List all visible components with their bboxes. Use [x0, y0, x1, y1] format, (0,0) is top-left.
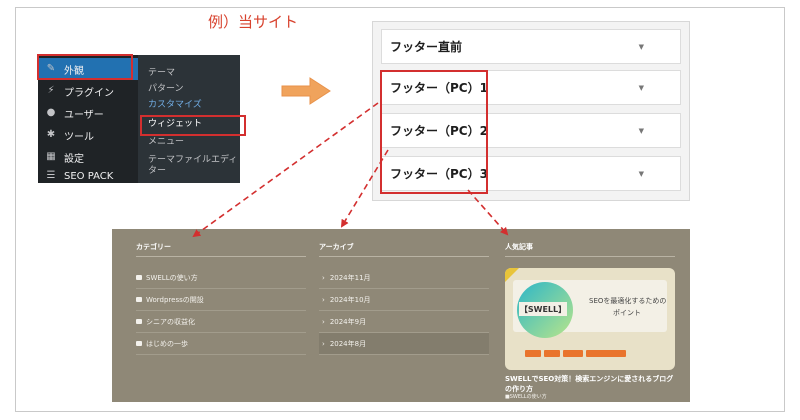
arrow-to-archive — [340, 149, 389, 228]
arrow-to-categories — [192, 102, 379, 238]
dashed-arrows — [192, 102, 509, 238]
arrow-to-popular — [467, 189, 509, 236]
